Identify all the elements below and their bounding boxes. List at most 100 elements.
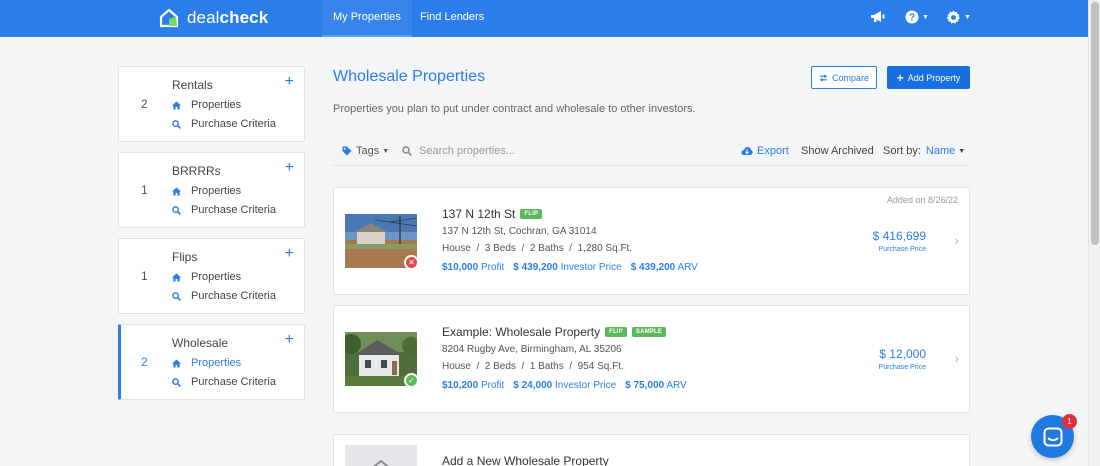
nav-find-lenders[interactable]: Find Lenders: [420, 0, 484, 37]
home-icon: [172, 272, 181, 282]
chevron-right-icon[interactable]: ›: [954, 350, 959, 366]
property-specs: House / 3 Beds / 2 Baths / 1,280 Sq.Ft.: [442, 243, 633, 254]
tags-dropdown[interactable]: Tags ▼: [342, 145, 389, 157]
tag-icon: [342, 146, 352, 156]
chat-notification-badge: 1: [1062, 414, 1077, 429]
home-icon: [172, 100, 181, 110]
search-icon: [172, 119, 181, 129]
chevron-down-icon: ▼: [958, 147, 966, 155]
arv-metric: $ 439,200 ARV: [630, 262, 698, 273]
show-archived-toggle[interactable]: Show Archived: [801, 145, 874, 157]
property-name[interactable]: 137 N 12th St FLIP: [442, 207, 543, 221]
page-title: Wholesale Properties: [333, 68, 486, 85]
sidebar-item-brrrrs[interactable]: 1 BRRRRs + Properties Purchase Criteria: [118, 152, 305, 228]
add-property-button[interactable]: + Add Property: [887, 66, 970, 89]
sidebar-item-rentals[interactable]: 2 Rentals + Properties Purchase Criteria: [118, 66, 305, 142]
placeholder-photo: [345, 445, 417, 466]
search-placeholder: Search properties...: [419, 145, 515, 157]
sidebar-link-purchase-criteria[interactable]: Purchase Criteria: [172, 290, 276, 302]
chevron-down-icon: ▼: [382, 147, 390, 155]
add-new-property-card[interactable]: Add a New Wholesale Property: [333, 434, 970, 466]
sidebar-link-purchase-criteria[interactable]: Purchase Criteria: [172, 204, 276, 216]
sidebar-item-wholesale[interactable]: 2 Wholesale + Properties Purchase Criter…: [118, 324, 305, 400]
svg-text:?: ?: [909, 13, 915, 24]
sidebar-link-purchase-criteria[interactable]: Purchase Criteria: [172, 376, 276, 388]
swap-icon: [819, 73, 828, 82]
sidebar-item-flips[interactable]: 1 Flips + Properties Purchase Criteria: [118, 238, 305, 314]
settings-menu-button[interactable]: ▼: [946, 10, 971, 25]
sidebar-item-count: 1: [141, 183, 148, 197]
gear-icon: [946, 10, 960, 24]
investor-price-metric: $ 439,200 Investor Price: [513, 262, 622, 273]
help-menu-button[interactable]: ? ▼: [905, 10, 929, 24]
top-navbar: dealcheck My Properties Find Lenders ? ▼…: [0, 0, 1088, 37]
sidebar-item-count: 1: [141, 269, 148, 283]
sidebar-link-properties[interactable]: Properties: [172, 357, 241, 369]
add-wholesale-button[interactable]: +: [285, 332, 294, 348]
property-card[interactable]: ✓ Example: Wholesale Property FLIP SAMPL…: [333, 305, 970, 413]
sidebar-link-properties[interactable]: Properties: [172, 271, 241, 283]
sort-dropdown[interactable]: Sort by: Name ▼: [883, 145, 965, 157]
megaphone-icon[interactable]: [870, 10, 885, 24]
home-icon: [172, 186, 181, 196]
flip-badge: FLIP: [605, 327, 627, 337]
property-specs: House / 2 Beds / 1 Baths / 954 Sq.Ft.: [442, 361, 624, 372]
investor-price-metric: $ 24,000 Investor Price: [513, 380, 617, 391]
dealcheck-logo[interactable]: dealcheck: [158, 7, 268, 29]
search-input[interactable]: Search properties...: [402, 145, 515, 157]
page-subtitle: Properties you plan to put under contrac…: [333, 103, 696, 115]
purchase-price: $ 12,000: [879, 347, 926, 361]
page-scrollbar[interactable]: [1088, 0, 1100, 466]
add-flip-button[interactable]: +: [285, 246, 294, 262]
sidebar-item-count: 2: [141, 97, 148, 111]
fail-status-icon: ✕: [404, 255, 419, 270]
flip-badge: FLIP: [520, 209, 543, 219]
chevron-right-icon[interactable]: ›: [954, 232, 959, 248]
purchase-price-label: Purchase Price: [878, 246, 926, 253]
house-logo-icon: [159, 8, 179, 28]
scrollbar-thumb[interactable]: [1091, 2, 1099, 245]
property-metrics: $10,000 Profit $ 439,200 Investor Price …: [442, 262, 707, 273]
sidebar-link-properties[interactable]: Properties: [172, 185, 241, 197]
sidebar-link-properties[interactable]: Properties: [172, 99, 241, 111]
property-address: 137 N 12th St, Cochran, GA 31014: [442, 226, 597, 237]
add-brrrr-button[interactable]: +: [285, 160, 294, 176]
arv-metric: $ 75,000 ARV: [625, 380, 687, 391]
sidebar-item-title: Rentals: [172, 78, 213, 92]
purchase-price: $ 416,699: [872, 229, 926, 243]
brand-name-bold: check: [219, 8, 269, 27]
property-address: 8204 Rugby Ave, Birmingham, AL 35206: [442, 344, 622, 355]
property-card[interactable]: ✕ 137 N 12th St FLIP 137 N 12th St, Coch…: [333, 187, 970, 295]
search-icon: [402, 146, 412, 156]
chat-icon: [1043, 427, 1062, 446]
profit-metric: $10,200 Profit: [442, 380, 505, 391]
sidebar-item-count: 2: [141, 355, 148, 369]
chevron-down-icon: ▼: [922, 13, 929, 21]
nav-my-properties[interactable]: My Properties: [322, 0, 412, 37]
added-date: Added on 8/26/22: [886, 195, 958, 205]
help-icon: ?: [905, 10, 919, 24]
add-new-property-label[interactable]: Add a New Wholesale Property: [442, 454, 609, 466]
sidebar-item-title: Flips: [172, 250, 198, 264]
search-icon: [172, 205, 181, 215]
cloud-download-icon: [741, 147, 753, 155]
compare-button[interactable]: Compare: [811, 66, 877, 89]
check-status-icon: ✓: [404, 373, 419, 388]
property-metrics: $10,200 Profit $ 24,000 Investor Price $…: [442, 380, 696, 391]
search-icon: [172, 377, 181, 387]
export-button[interactable]: Export: [741, 145, 789, 157]
add-rental-button[interactable]: +: [285, 74, 294, 90]
chevron-down-icon: ▼: [964, 14, 971, 21]
home-icon: [172, 358, 181, 368]
sample-badge: SAMPLE: [631, 327, 667, 337]
sidebar-link-purchase-criteria[interactable]: Purchase Criteria: [172, 118, 276, 130]
profit-metric: $10,000 Profit: [442, 262, 505, 273]
property-toolbar: Tags ▼ Search properties... Export Show …: [333, 140, 970, 166]
search-icon: [172, 291, 181, 301]
sidebar-item-title: BRRRRs: [172, 164, 221, 178]
plus-icon: +: [896, 70, 904, 85]
brand-name-light: deal: [187, 8, 220, 27]
property-name[interactable]: Example: Wholesale Property FLIP SAMPLE: [442, 325, 667, 339]
purchase-price-label: Purchase Price: [878, 364, 926, 371]
sidebar-item-title: Wholesale: [172, 336, 229, 350]
